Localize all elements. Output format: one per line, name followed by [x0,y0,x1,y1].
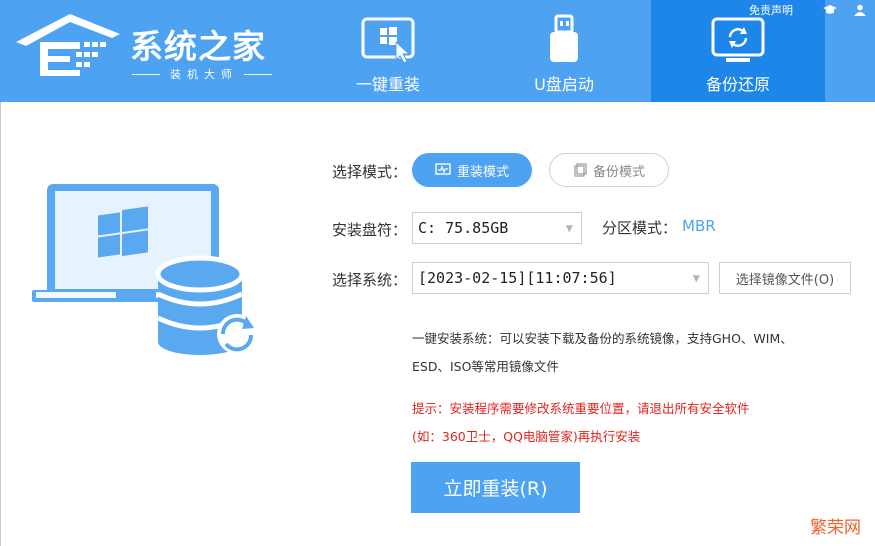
reinstall-now-button[interactable]: 立即重装(R) [411,462,580,513]
copy-icon [574,163,587,177]
disclaimer-link[interactable]: 免责声明 [749,2,793,18]
laptop-database-illustration [32,184,257,355]
app-title: 系统之家 [130,27,266,66]
system-select-value: [2023-02-15][11:07:56] [418,269,617,287]
backup-restore-icon [711,17,765,62]
disk-select[interactable]: C: 75.85GB ▼ [412,212,582,244]
info-text-line-1: 一键安装系统：可以安装下载及备份的系统镜像，支持GHO、WIM、 [412,331,793,346]
user-icon[interactable] [853,4,867,16]
house-logo-icon [16,14,120,76]
dropdown-arrow-icon: ▼ [692,271,700,285]
windows-cursor-icon [361,17,415,64]
dropdown-arrow-icon: ▼ [565,221,573,235]
backup-mode-button[interactable]: 备份模式 [549,153,669,187]
monitor-pulse-icon [435,163,451,175]
warning-text-line-2: (如：360卫士，QQ电脑管家)再执行安装 [412,429,641,444]
tab-label: U盘启动 [534,75,594,94]
system-select[interactable]: [2023-02-15][11:07:56] ▼ [412,262,709,294]
tab-usb-boot[interactable]: U盘启动 [479,0,649,102]
watermark: 繁荣网 [810,518,861,538]
reinstall-mode-label: 重装模式 [456,164,509,180]
partition-value: MBR [682,217,716,235]
system-label: 选择系统： [332,271,408,289]
window-controls: 免责声明 [749,2,867,18]
graduation-cap-icon[interactable] [823,4,837,16]
warning-text-line-1: 提示：安装程序需要修改系统重要位置，请退出所有安全软件 [412,401,750,416]
disk-select-value: C: 75.85GB [418,219,509,237]
tab-one-click-reinstall[interactable]: 一键重装 [303,0,473,102]
tab-label: 一键重装 [355,75,420,94]
backup-mode-label: 备份模式 [592,164,645,180]
app-subtitle: 装机大师 [132,66,272,82]
app-subtitle-text: 装机大师 [170,68,238,81]
reinstall-mode-button[interactable]: 重装模式 [412,153,532,187]
partition-label: 分区模式： [602,219,678,237]
window-left-border [0,102,1,546]
tab-label: 备份还原 [705,75,770,94]
choose-image-button[interactable]: 选择镜像文件(O) [719,262,851,294]
app-logo: 系统之家 装机大师 [12,10,282,82]
disk-label: 安装盘符： [332,221,408,239]
info-text-line-2: ESD、ISO等常用镜像文件 [412,359,559,374]
app-header: 系统之家 装机大师 一键重装 U盘启动 备份还原 免责声明 [0,0,875,102]
usb-drive-icon [550,14,578,62]
mode-label: 选择模式： [332,163,408,181]
